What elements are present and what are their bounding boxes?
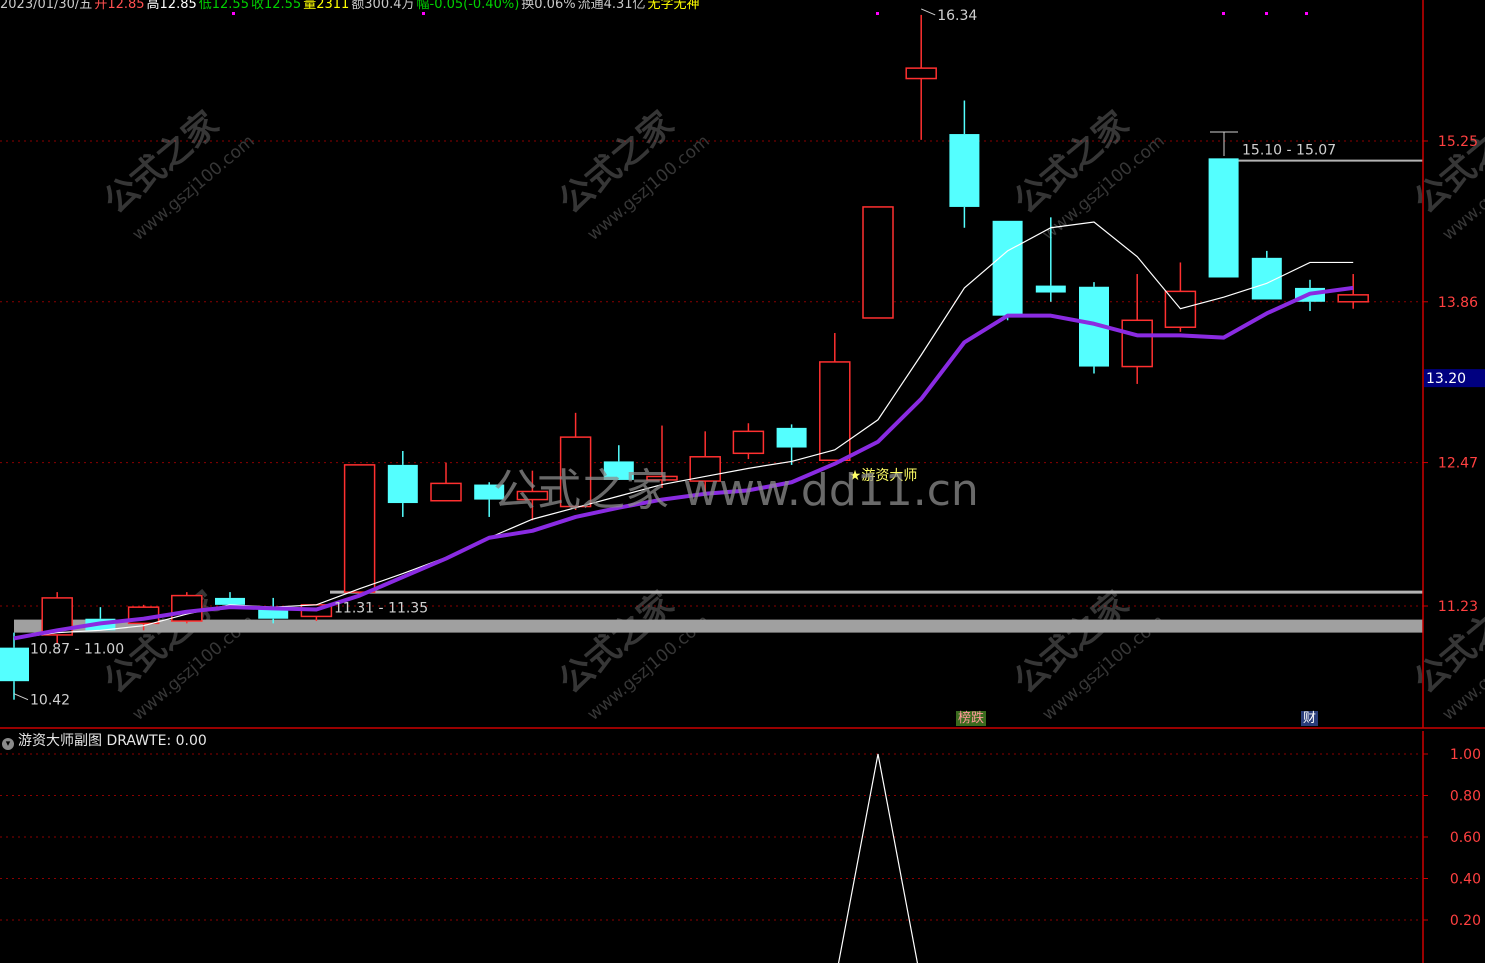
watermark-tile: 公式之家www.gszj100.com [1006,584,1168,725]
candle-body [1337,294,1369,303]
signal-dot [876,12,879,15]
watermark-tile: 公式之家www.gszj100.com [96,104,258,245]
sub-chart: 1.00 0.80 0.60 0.40 0.20 [0,747,1481,963]
signal-dot [1222,12,1225,15]
watermark-tile: 公式之家www.gszj100.com [551,584,713,725]
watermark-tile: 公式之家www.gszj100.com [1006,104,1168,245]
y-tick-label: 13.86 [1438,295,1478,311]
candle-body [0,647,29,682]
candle-body [905,67,937,80]
candle-body [1121,319,1153,368]
chevron-down-icon[interactable]: ▾ [2,738,14,750]
candle-body [776,427,807,448]
signal-dot [232,12,235,15]
candle-body [343,464,376,593]
range-label: 10.87 - 11.00 [30,642,124,658]
y-tick-label: 12.47 [1438,456,1478,472]
event-badge-rank[interactable]: 榜跌 [956,711,987,726]
candle-body [215,597,245,605]
candle-body [1035,285,1066,293]
range-label: 11.31 - 11.35 [334,600,428,616]
current-price-label: 13.20 [1426,371,1466,387]
arrow-marker [921,8,936,16]
watermark-tile: 公式之家www.gszj100.com [551,104,713,245]
sub-tick-label: 0.60 [1450,830,1481,846]
watermark-tile: 公式之家www.gszj100.com [1406,104,1485,245]
sub-tick-label: 0.80 [1450,789,1481,805]
candle-body [819,361,851,462]
watermark-tile: 公式之家www.gszj100.com [1406,584,1485,725]
high-price-label: 16.34 [937,8,977,24]
candle-body [387,464,418,504]
sub-panel-name: 游资大师副图 [18,733,102,749]
candle-body [430,482,462,502]
y-tick-label: 15.25 [1438,134,1478,150]
signal-dot [1265,12,1268,15]
support-band [14,619,1423,633]
range-label: 15.10 - 15.07 [1242,143,1336,159]
drawte-line [837,753,919,963]
candle-body [1208,158,1239,278]
candle-body [862,206,894,319]
sub-tick-label: 0.20 [1450,913,1481,929]
y-tick-label: 11.23 [1438,599,1478,615]
low-price-label: 10.42 [30,693,70,709]
sub-tick-label: 0.40 [1450,872,1481,888]
event-badge-finance[interactable]: 财 [1301,711,1319,726]
signal-dot [422,12,425,15]
candle-body [949,134,980,207]
arrow-marker [13,693,29,701]
candle-body [992,220,1023,316]
ma-fast-line [13,221,1354,639]
sub-tick-label: 1.00 [1450,747,1481,763]
candle-body [732,430,765,455]
watermark-center: 公式之家 www.dd11.cn [493,465,979,516]
sub-panel-title[interactable]: ▾ 游资大师副图 DRAWTE: 0.00 [2,730,207,750]
signal-dot [1305,12,1308,15]
moving-averages [13,221,1354,641]
sub-panel-indicator: DRAWTE: 0.00 [106,733,207,749]
